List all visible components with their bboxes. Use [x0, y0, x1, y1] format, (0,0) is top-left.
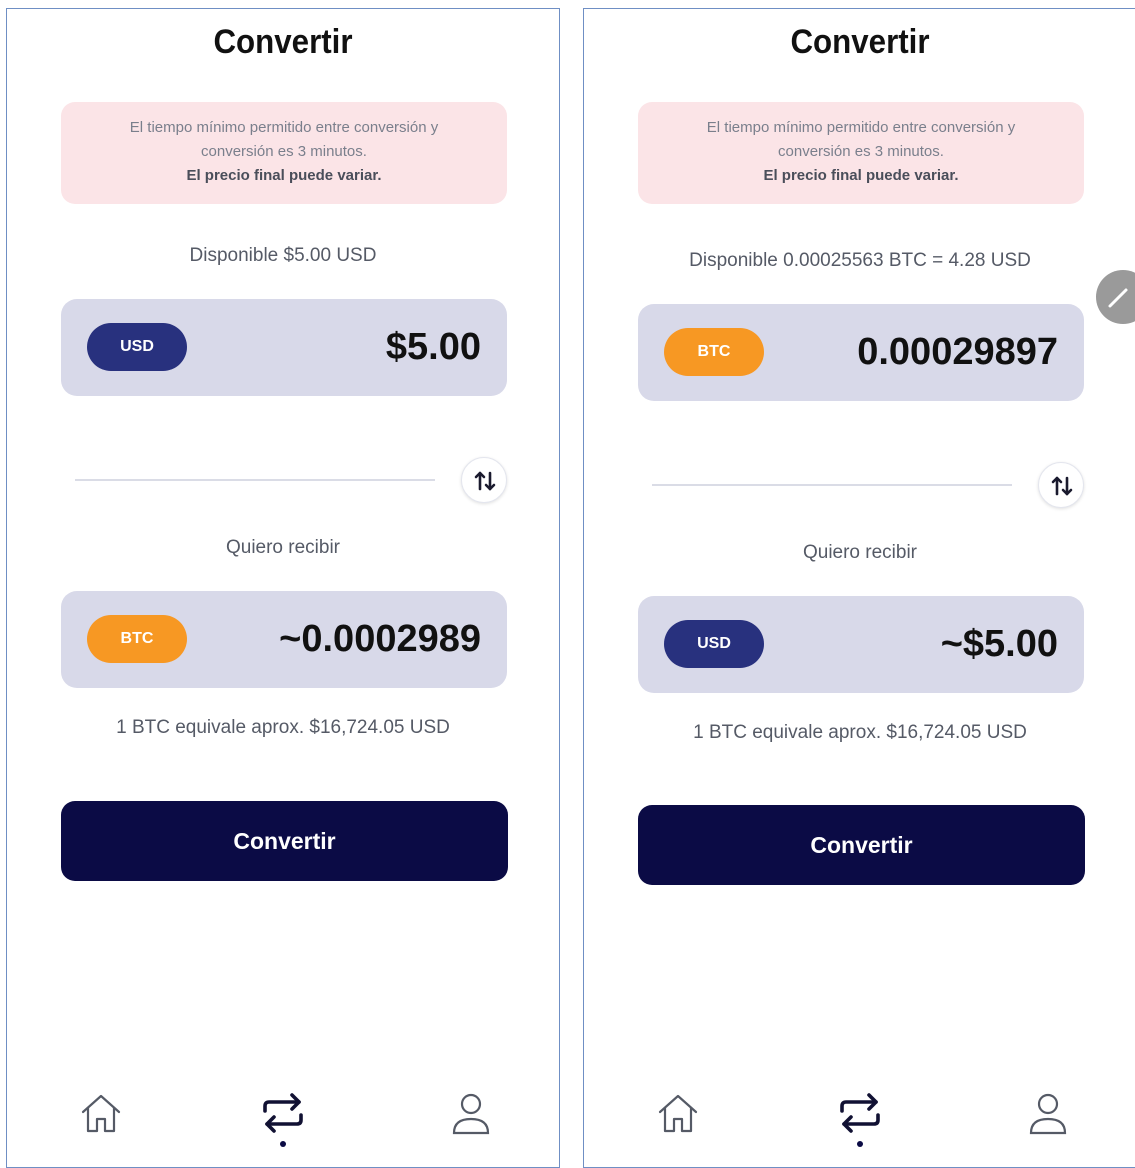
from-amount-value[interactable]: $5.00	[386, 299, 481, 396]
active-tab-indicator	[857, 1141, 863, 1147]
home-icon[interactable]	[656, 1091, 700, 1135]
divider	[75, 479, 435, 481]
notice-price-warning: El precio final puede variar.	[763, 167, 959, 184]
notice-line: El tiempo mínimo permitido entre convers…	[129, 119, 439, 136]
exchange-rate: 1 BTC equivale aprox. $16,724.05 USD	[116, 717, 450, 738]
pencil-icon	[1108, 288, 1128, 308]
convert-screen-usd-to-btc: Convertir El tiempo mínimo permitido ent…	[6, 8, 560, 1168]
page-title: Convertir	[790, 23, 930, 61]
conversion-notice: El tiempo mínimo permitido entre convers…	[638, 102, 1084, 204]
from-amount-box[interactable]: USD $5.00	[61, 299, 507, 396]
receive-label: Quiero recibir	[225, 537, 341, 558]
profile-icon[interactable]	[449, 1091, 493, 1137]
notice-price-warning: El precio final puede variar.	[186, 167, 382, 184]
convert-screen-btc-to-usd: Convertir El tiempo mínimo permitido ent…	[583, 8, 1135, 1168]
notice-line: conversión es 3 minutos.	[778, 143, 944, 160]
swap-arrows-icon	[1051, 476, 1073, 496]
to-amount-box: USD ~$5.00	[638, 596, 1084, 693]
page-title: Convertir	[213, 23, 353, 61]
to-currency-chip[interactable]: USD	[664, 620, 764, 668]
swap-currencies-button[interactable]	[1038, 462, 1084, 508]
convert-button[interactable]: Convertir	[638, 805, 1085, 885]
to-amount-value: ~0.0002989	[279, 618, 481, 660]
profile-icon[interactable]	[1026, 1091, 1070, 1137]
active-tab-indicator	[280, 1141, 286, 1147]
receive-label: Quiero recibir	[802, 542, 918, 563]
available-balance: Disponible $5.00 USD	[189, 245, 377, 266]
to-amount-value: ~$5.00	[940, 623, 1058, 665]
convert-icon[interactable]	[259, 1091, 307, 1135]
from-currency-chip[interactable]: USD	[87, 323, 187, 371]
swap-currencies-button[interactable]	[461, 457, 507, 503]
swap-arrows-icon	[474, 471, 496, 491]
convert-button[interactable]: Convertir	[61, 801, 508, 881]
convert-icon[interactable]	[836, 1091, 884, 1135]
notice-line: conversión es 3 minutos.	[201, 143, 367, 160]
home-icon[interactable]	[79, 1091, 123, 1135]
to-currency-chip[interactable]: BTC	[87, 615, 187, 663]
from-amount-box[interactable]: BTC 0.00029897	[638, 304, 1084, 401]
from-currency-chip[interactable]: BTC	[664, 328, 764, 376]
to-amount-box: BTC ~0.0002989	[61, 591, 507, 688]
notice-line: El tiempo mínimo permitido entre convers…	[706, 119, 1016, 136]
divider	[652, 484, 1012, 486]
conversion-notice: El tiempo mínimo permitido entre convers…	[61, 102, 507, 204]
from-amount-value[interactable]: 0.00029897	[857, 304, 1058, 401]
available-balance: Disponible 0.00025563 BTC = 4.28 USD	[689, 250, 1031, 271]
exchange-rate: 1 BTC equivale aprox. $16,724.05 USD	[693, 722, 1027, 743]
